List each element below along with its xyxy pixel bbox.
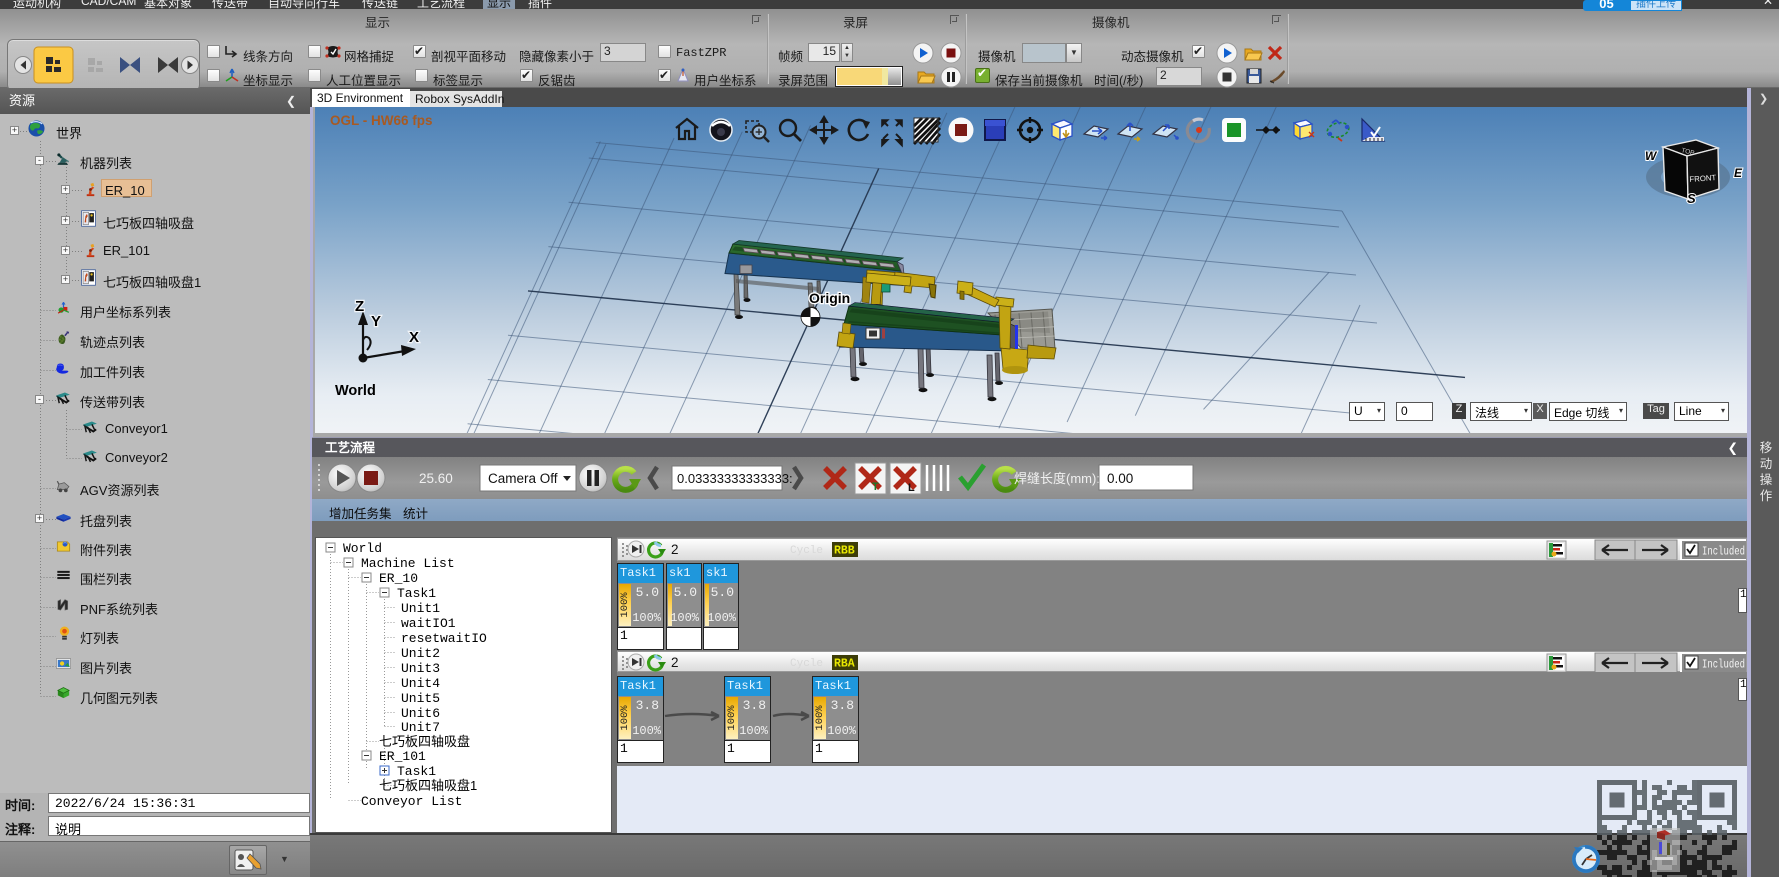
svg-text:Y: Y	[371, 313, 381, 330]
svg-text:焊缝长度(mm):: 焊缝长度(mm):	[1014, 471, 1100, 486]
svg-text:Included: Included	[1702, 658, 1745, 672]
svg-text:OGL - HW66 fps: OGL - HW66 fps	[330, 113, 433, 128]
svg-text:Unit1: Unit1	[401, 601, 440, 616]
svg-text:X: X	[409, 329, 419, 346]
svg-text:waitIO1: waitIO1	[401, 616, 456, 631]
svg-text:ER_10: ER_10	[379, 571, 418, 586]
svg-text:Task1: Task1	[397, 586, 436, 601]
svg-text:L: L	[908, 482, 915, 494]
svg-text:ER_101: ER_101	[379, 749, 426, 764]
svg-text:Unit7: Unit7	[401, 720, 440, 735]
svg-text:Included: Included	[1702, 545, 1745, 559]
svg-text:T: T	[872, 481, 879, 493]
svg-text:Conveyor List: Conveyor List	[361, 794, 462, 809]
svg-text:Unit2: Unit2	[401, 646, 440, 661]
svg-text:RBA: RBA	[834, 658, 855, 671]
svg-text:RBB: RBB	[834, 545, 855, 558]
svg-text:Unit3: Unit3	[401, 661, 440, 676]
svg-text:Machine List: Machine List	[361, 556, 455, 571]
svg-text:Z: Z	[355, 298, 364, 315]
svg-text:Cycle: Cycle	[790, 658, 823, 670]
svg-text:World: World	[335, 383, 376, 399]
svg-text:0.00: 0.00	[1107, 471, 1133, 486]
svg-text:E: E	[1734, 166, 1743, 180]
svg-text:resetwaitIO: resetwaitIO	[401, 631, 487, 646]
svg-text:World: World	[343, 541, 382, 556]
svg-text:Unit4: Unit4	[401, 676, 440, 691]
svg-text:Origin: Origin	[809, 290, 850, 306]
svg-text:FRONT: FRONT	[1689, 173, 1717, 184]
svg-text:S: S	[1687, 191, 1696, 206]
svg-text:2: 2	[671, 655, 679, 670]
svg-text:Task1: Task1	[397, 764, 436, 779]
svg-text:Camera Off: Camera Off	[488, 471, 558, 486]
svg-text:2: 2	[671, 542, 679, 557]
svg-text:W: W	[1645, 149, 1658, 163]
svg-text:25.60: 25.60	[419, 471, 453, 486]
svg-text:Cycle: Cycle	[790, 545, 823, 557]
svg-text:Unit5: Unit5	[401, 691, 440, 706]
svg-text:七巧板四轴吸盘: 七巧板四轴吸盘	[379, 734, 470, 749]
svg-text:Unit6: Unit6	[401, 706, 440, 721]
svg-text:七巧板四轴吸盘1: 七巧板四轴吸盘1	[379, 778, 477, 793]
svg-text:0.03333333333333:: 0.03333333333333:	[677, 471, 793, 486]
